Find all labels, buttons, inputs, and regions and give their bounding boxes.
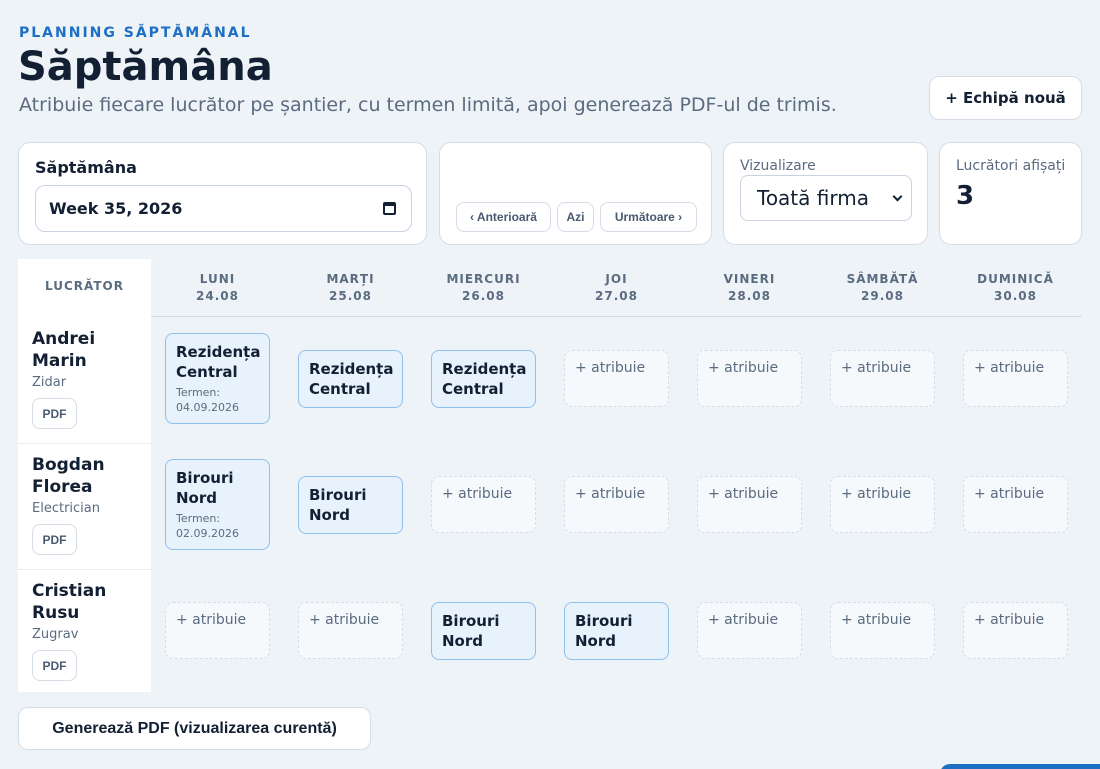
prev-week-button[interactable]: ‹ Anterioară bbox=[456, 202, 551, 232]
day-date: 26.08 bbox=[462, 289, 505, 303]
assign-cell-button[interactable]: + atribuie bbox=[697, 602, 802, 659]
assignment-cell[interactable]: Rezidența Central bbox=[298, 350, 403, 408]
generate-pdf-button[interactable]: Generează PDF (vizualizarea curentă) bbox=[18, 707, 371, 750]
week-card: Săptămâna Week 35, 2026 bbox=[18, 142, 427, 245]
assign-cell-button[interactable]: + atribuie bbox=[963, 602, 1068, 659]
new-team-button[interactable]: + Echipă nouă bbox=[929, 76, 1082, 120]
view-label: Vizualizare bbox=[740, 158, 816, 174]
view-selected-value: Toată firma bbox=[757, 186, 869, 210]
assignment-cell[interactable]: Birouri Nord Termen: 02.09.2026 bbox=[165, 459, 270, 550]
day-date: 30.08 bbox=[994, 289, 1037, 303]
next-week-button[interactable]: Următoare › bbox=[600, 202, 697, 232]
assign-cell-button[interactable]: + atribuie bbox=[431, 476, 536, 533]
assign-cell-button[interactable]: + atribuie bbox=[165, 602, 270, 659]
row-divider bbox=[18, 569, 151, 570]
assignment-cell[interactable]: Birouri Nord bbox=[564, 602, 669, 660]
assign-cell-button[interactable]: + atribuie bbox=[963, 350, 1068, 407]
day-name: MIERCURI bbox=[446, 272, 521, 286]
page-title: Săptămâna bbox=[18, 44, 273, 90]
assign-cell-button[interactable]: + atribuie bbox=[963, 476, 1068, 533]
worker-role: Electrician bbox=[32, 501, 100, 516]
assignment-cell[interactable]: Rezidența Central bbox=[431, 350, 536, 408]
day-date: 24.08 bbox=[196, 289, 239, 303]
view-card: Vizualizare Toată firma bbox=[723, 142, 928, 245]
day-name: SÂMBĂTĂ bbox=[846, 272, 919, 286]
week-label: Săptămâna bbox=[35, 158, 137, 177]
assignment-site: Birouri Nord bbox=[575, 612, 633, 650]
assignment-site: Rezidența Central bbox=[176, 343, 261, 381]
assignment-site: Birouri Nord bbox=[309, 486, 367, 524]
day-header: VINERI 28.08 bbox=[683, 271, 816, 305]
assign-cell-button[interactable]: + atribuie bbox=[564, 350, 669, 407]
assignment-site: Birouri Nord bbox=[442, 612, 500, 650]
worker-name: Cristian Rusu bbox=[32, 581, 107, 623]
day-date: 28.08 bbox=[728, 289, 771, 303]
day-header: MARȚI 25.08 bbox=[284, 271, 417, 305]
week-value: Week 35, 2026 bbox=[49, 199, 183, 218]
calendar-icon[interactable] bbox=[383, 202, 396, 215]
assignment-cell[interactable]: Birouri Nord bbox=[298, 476, 403, 534]
floating-action-edge[interactable] bbox=[940, 764, 1100, 769]
assignment-deadline: Termen: 02.09.2026 bbox=[176, 512, 239, 540]
view-select[interactable]: Toată firma bbox=[740, 175, 912, 221]
assign-cell-button[interactable]: + atribuie bbox=[830, 350, 935, 407]
day-name: DUMINICĂ bbox=[977, 272, 1054, 286]
day-header: JOI 27.08 bbox=[550, 271, 683, 305]
worker-pdf-button[interactable]: PDF bbox=[32, 398, 77, 429]
row-divider bbox=[18, 443, 151, 444]
today-button[interactable]: Azi bbox=[557, 202, 594, 232]
assign-cell-button[interactable]: + atribuie bbox=[298, 602, 403, 659]
day-name: JOI bbox=[605, 272, 628, 286]
worker-name: Andrei Marin bbox=[32, 329, 96, 371]
assignment-site: Rezidența Central bbox=[309, 360, 394, 398]
worker-column-header: LUCRĂTOR bbox=[45, 279, 124, 293]
assignment-cell[interactable]: Birouri Nord bbox=[431, 602, 536, 660]
worker-count-label: Lucrători afișați bbox=[956, 158, 1066, 174]
worker-count-card: Lucrători afișați 3 bbox=[939, 142, 1082, 245]
day-header: SÂMBĂTĂ 29.08 bbox=[816, 271, 949, 305]
day-date: 27.08 bbox=[595, 289, 638, 303]
day-name: VINERI bbox=[723, 272, 776, 286]
worker-name: Bogdan Florea bbox=[32, 455, 105, 497]
day-name: MARȚI bbox=[326, 272, 375, 286]
assign-cell-button[interactable]: + atribuie bbox=[830, 476, 935, 533]
day-name: LUNI bbox=[199, 272, 236, 286]
chevron-down-icon bbox=[892, 191, 903, 202]
week-nav-card: ‹ Anterioară Azi Următoare › bbox=[439, 142, 712, 245]
assignment-site: Rezidența Central bbox=[442, 360, 527, 398]
header-divider bbox=[151, 316, 1082, 317]
eyebrow: PLANNING SĂPTĂMÂNAL bbox=[19, 25, 252, 41]
day-header: LUNI 24.08 bbox=[151, 271, 284, 305]
day-header: DUMINICĂ 30.08 bbox=[949, 271, 1082, 305]
assignment-cell[interactable]: Rezidența Central Termen: 04.09.2026 bbox=[165, 333, 270, 424]
page-subtitle: Atribuie fiecare lucrător pe șantier, cu… bbox=[19, 94, 837, 116]
assignment-deadline: Termen: 04.09.2026 bbox=[176, 386, 239, 414]
assign-cell-button[interactable]: + atribuie bbox=[697, 476, 802, 533]
worker-pdf-button[interactable]: PDF bbox=[32, 650, 77, 681]
assignment-site: Birouri Nord bbox=[176, 469, 234, 507]
assign-cell-button[interactable]: + atribuie bbox=[830, 602, 935, 659]
worker-count-value: 3 bbox=[956, 181, 975, 211]
assign-cell-button[interactable]: + atribuie bbox=[697, 350, 802, 407]
worker-role: Zidar bbox=[32, 375, 67, 390]
day-header: MIERCURI 26.08 bbox=[417, 271, 550, 305]
week-input[interactable]: Week 35, 2026 bbox=[35, 185, 412, 232]
worker-role: Zugrav bbox=[32, 627, 79, 642]
day-date: 29.08 bbox=[861, 289, 904, 303]
assign-cell-button[interactable]: + atribuie bbox=[564, 476, 669, 533]
worker-pdf-button[interactable]: PDF bbox=[32, 524, 77, 555]
day-date: 25.08 bbox=[329, 289, 372, 303]
